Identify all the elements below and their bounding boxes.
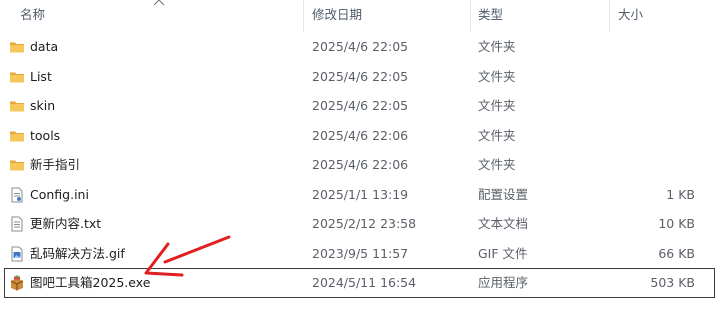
file-name: data [30,39,59,54]
file-modified-date: 2025/4/6 22:05 [312,39,409,54]
file-row[interactable]: List 2025/4/6 22:05 文件夹 [0,63,718,91]
file-size: 10 KB [658,216,695,231]
file-row[interactable]: 更新内容.txt 2025/2/12 23:58 文本文档 10 KB [0,210,718,238]
file-size: 1 KB [666,186,695,202]
file-modified-date: 2024/5/11 16:54 [312,275,417,290]
file-name: 新手指引 [30,157,81,172]
column-name-header[interactable]: 名称 [20,0,45,32]
file-modified-date: 2025/4/6 22:05 [312,68,409,84]
folder-icon [9,98,25,114]
folder-icon [9,39,25,55]
file-modified-date: 2025/2/12 23:58 [312,216,417,231]
file-type: 文件夹 [478,157,516,172]
file-size: 503 KB [650,275,695,290]
file-name: 图吧工具箱2025.exe [30,275,151,290]
column-date-header[interactable]: 修改日期 [312,0,362,32]
file-size [600,151,695,179]
column-divider[interactable] [303,0,304,32]
file-row[interactable]: 新手指引 2025/4/6 22:06 文件夹 [0,151,718,179]
text-file-icon [9,216,25,232]
file-row[interactable]: 乱码解决方法.gif 2023/9/5 11:57 GIF 文件 66 KB [0,240,718,268]
file-type: 文件夹 [478,39,516,54]
file-row-selected[interactable]: 图吧工具箱2025.exe 2024/5/11 16:54 应用程序 503 KB [4,268,715,298]
file-name: 更新内容.txt [30,216,102,231]
file-modified-date: 2025/4/6 22:06 [312,157,409,172]
file-name: List [30,68,52,84]
file-modified-date: 2023/9/5 11:57 [312,245,409,261]
column-header: 名称 修改日期 类型 大小 [0,0,718,32]
folder-icon [9,157,25,173]
app-package-icon [9,275,25,291]
file-row[interactable]: skin 2025/4/6 22:05 文件夹 [0,92,718,120]
file-size [600,63,695,91]
file-modified-date: 2025/1/1 13:19 [312,186,409,202]
column-type-header[interactable]: 类型 [478,0,503,32]
file-modified-date: 2025/4/6 22:05 [312,98,409,113]
config-file-icon [9,187,25,203]
column-divider[interactable] [609,0,610,32]
file-type: 文件夹 [478,98,516,113]
file-name: tools [30,127,61,143]
file-type: 文件夹 [478,127,516,143]
file-name: Config.ini [30,186,89,202]
sort-ascending-icon [153,0,165,6]
file-row[interactable]: data 2025/4/6 22:05 文件夹 [0,33,718,61]
file-row[interactable]: Config.ini 2025/1/1 13:19 配置设置 1 KB [0,181,718,209]
image-file-icon [9,246,25,262]
file-row[interactable]: tools 2025/4/6 22:06 文件夹 [0,122,718,150]
file-size [600,33,695,61]
folder-icon [9,69,25,85]
file-size [600,92,695,120]
file-name: skin [30,98,56,113]
column-divider[interactable] [470,0,471,32]
folder-icon [9,128,25,144]
file-size: 66 KB [658,245,695,261]
column-size-header[interactable]: 大小 [618,0,643,32]
file-type: 应用程序 [478,275,529,290]
file-modified-date: 2025/4/6 22:06 [312,127,409,143]
file-size [600,122,695,150]
file-type: 文本文档 [478,216,529,231]
file-type: 文件夹 [478,68,516,84]
file-type: 配置设置 [478,186,529,202]
file-type: GIF 文件 [478,245,528,261]
file-name: 乱码解决方法.gif [30,245,125,261]
